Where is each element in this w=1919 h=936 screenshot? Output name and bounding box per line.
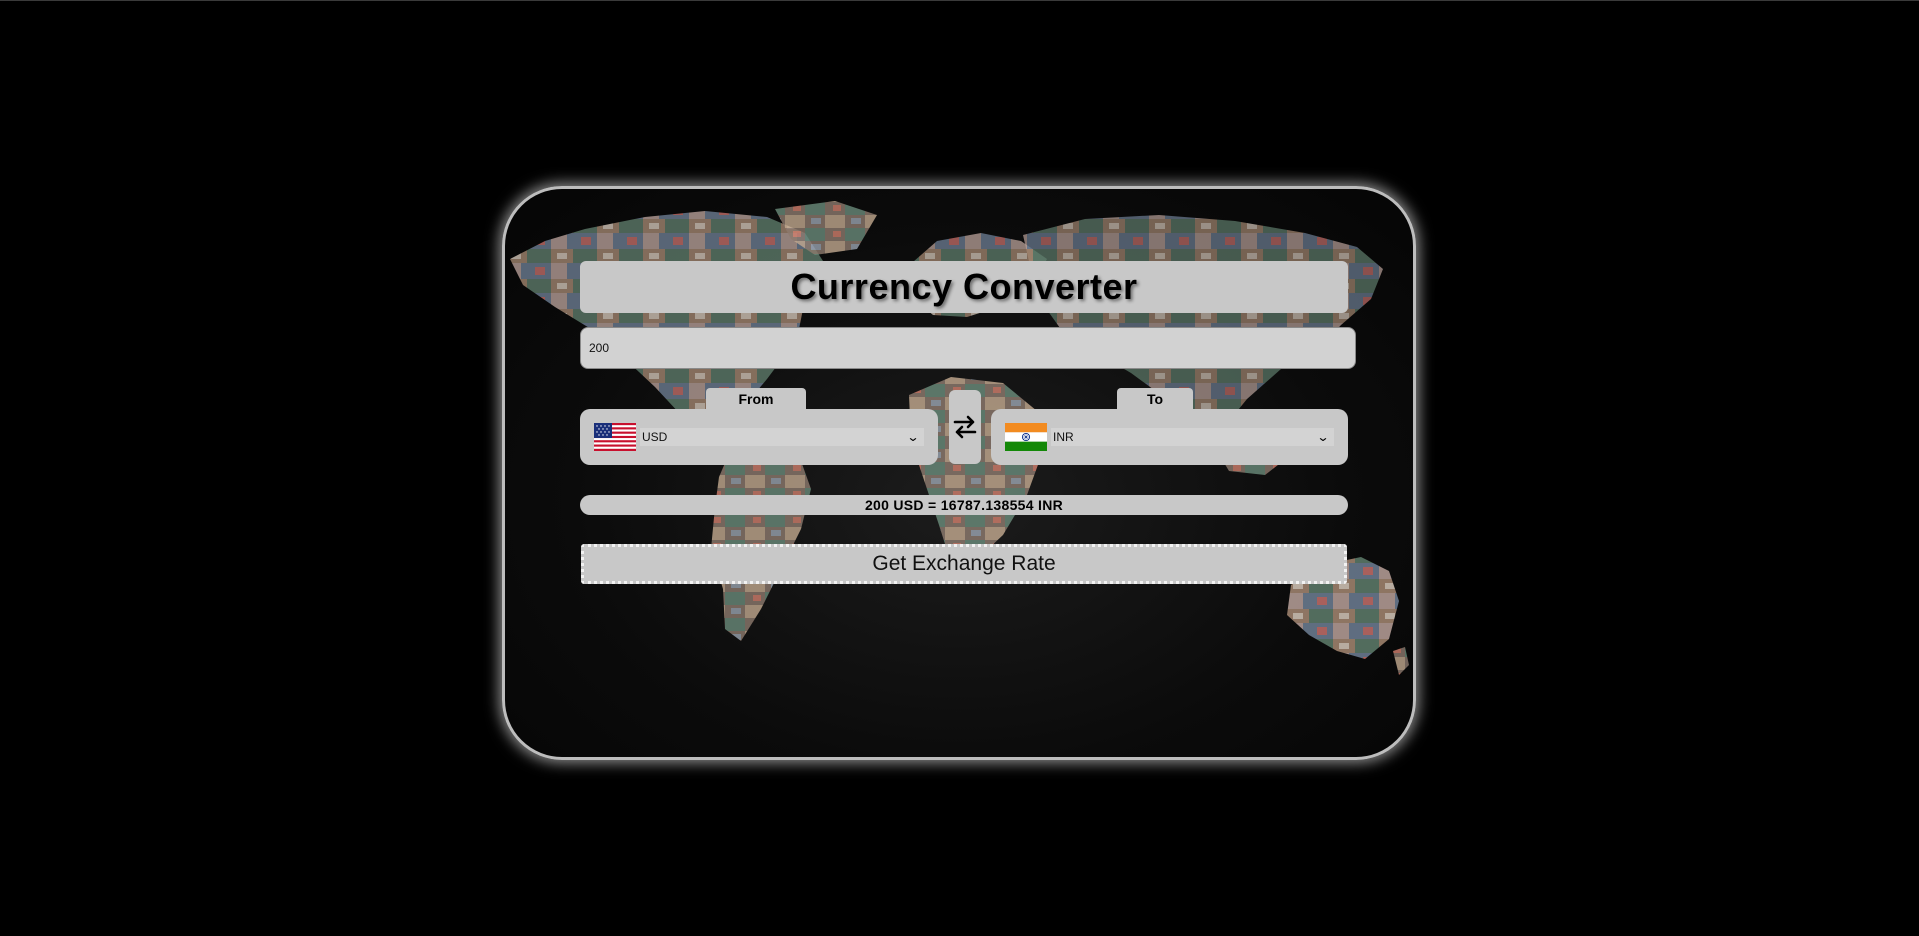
from-currency-value[interactable]: USD ⌄ — [640, 428, 924, 446]
app-title: Currency Converter — [790, 266, 1138, 307]
from-currency-select[interactable]: USD ⌄ — [580, 409, 938, 465]
swap-arrows-icon — [953, 415, 977, 439]
to-currency-select[interactable]: INR ⌄ — [991, 409, 1348, 465]
amount-input[interactable] — [580, 327, 1356, 369]
chevron-down-icon: ⌄ — [1316, 430, 1330, 444]
converter-card: Currency Converter From To USD ⌄ — [502, 186, 1416, 760]
from-label: From — [706, 388, 806, 410]
to-currency-code: INR — [1053, 430, 1074, 444]
top-edge-line — [0, 0, 1919, 1]
to-label: To — [1117, 388, 1193, 410]
title-bar: Currency Converter — [580, 261, 1348, 313]
us-flag-icon — [594, 423, 636, 451]
get-exchange-rate-button[interactable]: Get Exchange Rate — [581, 544, 1347, 584]
to-currency-value[interactable]: INR ⌄ — [1051, 428, 1334, 446]
conversion-result: 200 USD = 16787.138554 INR — [580, 495, 1348, 515]
chevron-down-icon: ⌄ — [906, 430, 920, 444]
from-currency-code: USD — [642, 430, 668, 444]
india-flag-icon — [1005, 423, 1047, 451]
swap-currencies-button[interactable] — [949, 390, 981, 464]
